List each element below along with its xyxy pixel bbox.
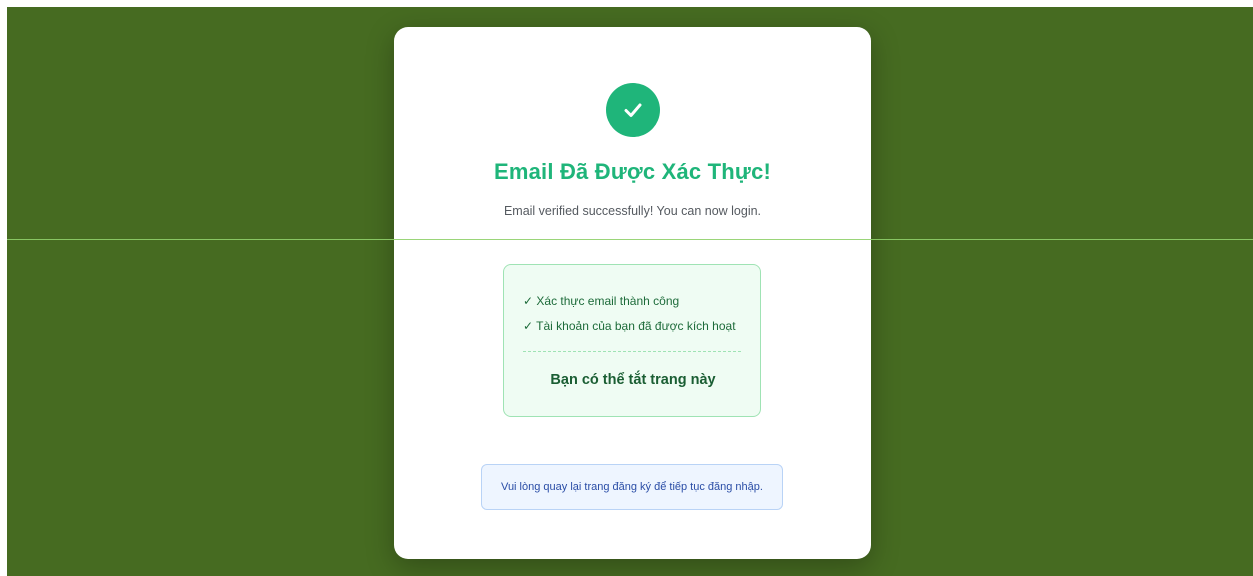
info-notice-text: Vui lòng quay lại trang đăng ký để tiếp …	[501, 481, 763, 493]
page-title: Email Đã Được Xác Thực!	[493, 159, 772, 184]
info-notice: Vui lòng quay lại trang đăng ký để tiếp …	[481, 464, 783, 510]
success-details-box: ✓ Xác thực email thành công ✓ Tài khoản …	[503, 264, 761, 417]
success-item: ✓ Xác thực email thành công	[523, 294, 680, 308]
checkmark-icon	[624, 103, 642, 117]
verification-card: Email Đã Được Xác Thực! Email verified s…	[394, 27, 871, 559]
success-badge	[606, 83, 660, 137]
dashed-divider	[523, 351, 741, 352]
close-page-note: Bạn có thể tắt trang này	[550, 372, 716, 388]
horizontal-artifact-line	[7, 239, 1253, 240]
status-message: Email verified successfully! You can now…	[503, 204, 762, 218]
page-background: Email Đã Được Xác Thực! Email verified s…	[7, 7, 1253, 576]
success-item: ✓ Tài khoản của bạn đã được kích hoạt	[523, 319, 736, 333]
